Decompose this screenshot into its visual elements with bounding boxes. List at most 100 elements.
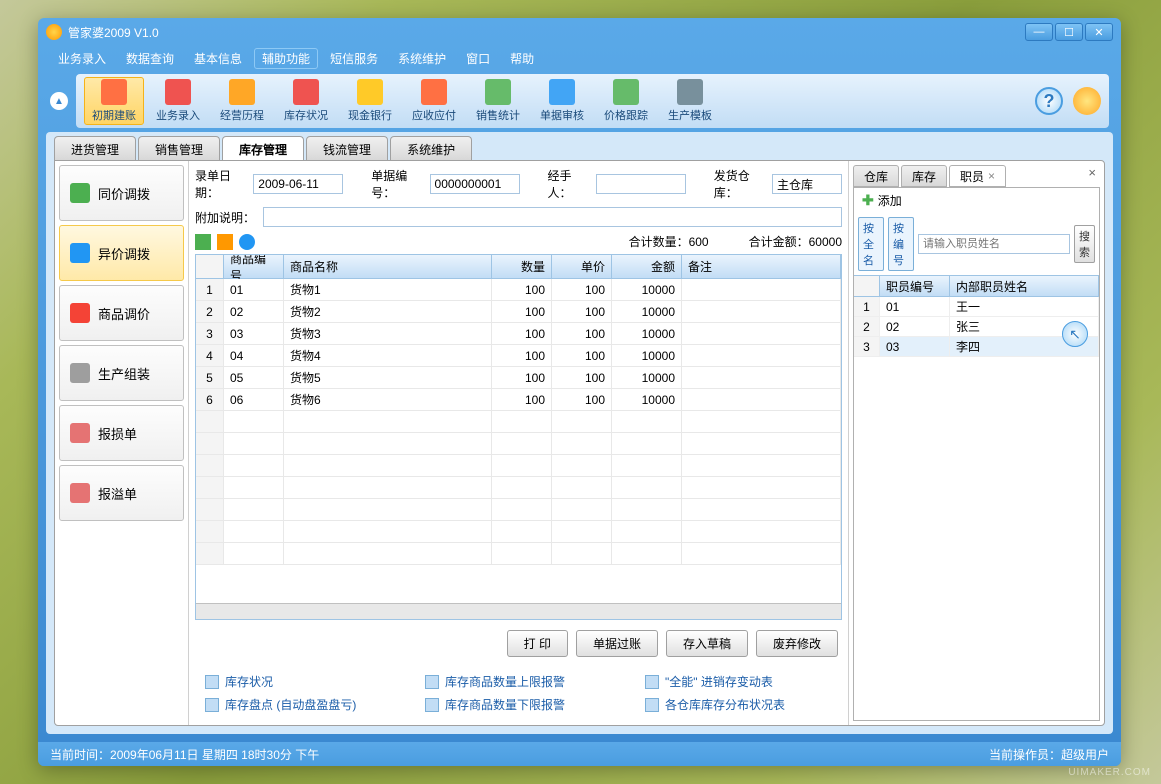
toolbar-icon [165, 79, 191, 105]
grid-scrollbar[interactable] [196, 603, 841, 619]
note-input[interactable] [263, 207, 842, 227]
table-row-empty[interactable] [196, 477, 841, 499]
action-button-1[interactable]: 单据过账 [576, 630, 658, 657]
sidebar-icon [70, 423, 90, 443]
toolbar-button-8[interactable]: 价格跟踪 [596, 77, 656, 125]
goods-grid: 商品编号商品名称数量单价金额备注 101货物110010010000202货物2… [195, 254, 842, 620]
staff-row[interactable]: 303李四 [854, 337, 1099, 357]
main-tab-1[interactable]: 销售管理 [138, 136, 220, 160]
tab-close-icon[interactable]: × [988, 169, 995, 183]
toolbar-button-2[interactable]: 经营历程 [212, 77, 272, 125]
staff-grid-header-1[interactable]: 职员编号 [880, 276, 950, 296]
report-link-2[interactable]: "全能" 进销存变动表 [645, 673, 825, 690]
minimize-button[interactable]: — [1025, 23, 1053, 41]
toolbar-button-4[interactable]: 现金银行 [340, 77, 400, 125]
action-button-2[interactable]: 存入草稿 [666, 630, 748, 657]
report-link-1[interactable]: 库存商品数量上限报警 [425, 673, 605, 690]
search-by-code-button[interactable]: 按编号 [888, 217, 914, 271]
help-icon[interactable]: ? [1035, 87, 1063, 115]
grid-body[interactable]: 101货物110010010000202货物210010010000303货物3… [196, 279, 841, 603]
toolbar-button-3[interactable]: 库存状况 [276, 77, 336, 125]
grid-header-0[interactable] [196, 255, 224, 278]
main-tab-3[interactable]: 钱流管理 [306, 136, 388, 160]
menu-item-5[interactable]: 系统维护 [390, 48, 454, 69]
table-row[interactable]: 202货物210010010000 [196, 301, 841, 323]
sidebar-item-3[interactable]: 生产组装 [59, 345, 184, 401]
toolbar-button-6[interactable]: 销售统计 [468, 77, 528, 125]
menu-item-0[interactable]: 业务录入 [50, 48, 114, 69]
warehouse-input[interactable] [772, 174, 842, 194]
action-button-3[interactable]: 废弃修改 [756, 630, 838, 657]
staff-grid-body[interactable]: 101王一202张三303李四 [854, 297, 1099, 720]
right-tab-2[interactable]: 职员 × [949, 165, 1006, 187]
right-tab-1[interactable]: 库存 [901, 165, 947, 187]
handler-input[interactable] [596, 174, 686, 194]
sidebar-item-0[interactable]: 同价调拨 [59, 165, 184, 221]
action-button-0[interactable]: 打 印 [507, 630, 568, 657]
table-row[interactable]: 606货物610010010000 [196, 389, 841, 411]
titlebar[interactable]: 管家婆2009 V1.0 — ☐ ✕ [38, 18, 1121, 46]
goods-picker-icon[interactable] [195, 234, 211, 250]
staff-grid-header-0[interactable] [854, 276, 880, 296]
toolbar-button-7[interactable]: 单据审核 [532, 77, 592, 125]
table-row[interactable]: 101货物110010010000 [196, 279, 841, 301]
menu-item-1[interactable]: 数据查询 [118, 48, 182, 69]
table-row-empty[interactable] [196, 521, 841, 543]
grid-header-5[interactable]: 金额 [612, 255, 682, 278]
toolbar-button-9[interactable]: 生产模板 [660, 77, 720, 125]
staff-row[interactable]: 101王一 [854, 297, 1099, 317]
menu-item-3[interactable]: 辅助功能 [254, 48, 318, 69]
report-link-3[interactable]: 库存盘点 (自动盘盈盘亏) [205, 696, 385, 713]
close-button[interactable]: ✕ [1085, 23, 1113, 41]
table-row-empty[interactable] [196, 433, 841, 455]
menu-item-6[interactable]: 窗口 [458, 48, 498, 69]
report-link-0[interactable]: 库存状况 [205, 673, 385, 690]
search-go-button[interactable]: 搜索 [1074, 225, 1095, 263]
table-row-empty[interactable] [196, 543, 841, 565]
warehouse-picker-icon[interactable] [217, 234, 233, 250]
toolbar-collapse-button[interactable]: ▲ [50, 92, 68, 110]
grid-header-3[interactable]: 数量 [492, 255, 552, 278]
search-by-fullname-button[interactable]: 按全名 [858, 217, 884, 271]
staff-grid-header-2[interactable]: 内部职员姓名 [950, 276, 1099, 296]
grid-header-4[interactable]: 单价 [552, 255, 612, 278]
main-tab-2[interactable]: 库存管理 [222, 136, 304, 160]
report-link-5[interactable]: 各仓库库存分布状况表 [645, 696, 825, 713]
sidebar-item-1[interactable]: 异价调拨 [59, 225, 184, 281]
grid-header-6[interactable]: 备注 [682, 255, 841, 278]
toolbar-button-1[interactable]: 业务录入 [148, 77, 208, 125]
table-row-empty[interactable] [196, 411, 841, 433]
sidebar-item-4[interactable]: 报损单 [59, 405, 184, 461]
table-row-empty[interactable] [196, 499, 841, 521]
menu-item-4[interactable]: 短信服务 [322, 48, 386, 69]
sidebar-item-2[interactable]: 商品调价 [59, 285, 184, 341]
table-row-empty[interactable] [196, 455, 841, 477]
table-row[interactable]: 303货物310010010000 [196, 323, 841, 345]
app-icon [46, 24, 62, 40]
report-link-4[interactable]: 库存商品数量下限报警 [425, 696, 605, 713]
scroll-up-icon[interactable]: ↖ [1062, 321, 1088, 347]
main-tab-4[interactable]: 系统维护 [390, 136, 472, 160]
menu-item-7[interactable]: 帮助 [502, 48, 542, 69]
table-row[interactable]: 404货物410010010000 [196, 345, 841, 367]
right-panel-close-icon[interactable]: × [1084, 165, 1100, 187]
menu-item-2[interactable]: 基本信息 [186, 48, 250, 69]
maximize-button[interactable]: ☐ [1055, 23, 1083, 41]
person-picker-icon[interactable] [239, 234, 255, 250]
toolbar-button-5[interactable]: 应收应付 [404, 77, 464, 125]
grid-header-2[interactable]: 商品名称 [284, 255, 492, 278]
main-tab-0[interactable]: 进货管理 [54, 136, 136, 160]
staff-search-input[interactable] [918, 234, 1070, 254]
docno-input[interactable] [430, 174, 520, 194]
toolbar-button-0[interactable]: 初期建账 [84, 77, 144, 125]
sidebar: 同价调拨异价调拨商品调价生产组装报损单报溢单 [55, 161, 189, 725]
web-icon[interactable] [1073, 87, 1101, 115]
right-tab-0[interactable]: 仓库 [853, 165, 899, 187]
table-row[interactable]: 505货物510010010000 [196, 367, 841, 389]
date-input[interactable] [253, 174, 343, 194]
grid-header-1[interactable]: 商品编号 [224, 255, 284, 278]
toolbar: 初期建账业务录入经营历程库存状况现金银行应收应付销售统计单据审核价格跟踪生产模板… [76, 74, 1109, 128]
sidebar-item-5[interactable]: 报溢单 [59, 465, 184, 521]
add-button[interactable]: ✚ 添加 [854, 188, 1099, 213]
watermark: UIMAKER.COM [1068, 767, 1151, 778]
